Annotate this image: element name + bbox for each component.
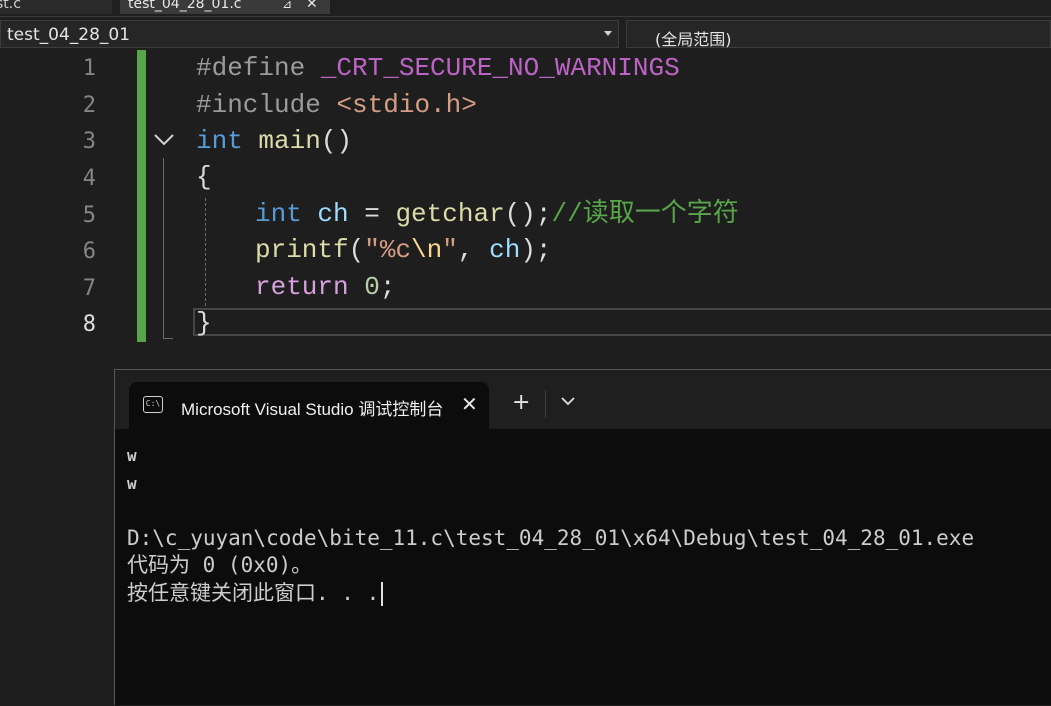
indent-guide bbox=[205, 198, 206, 306]
console-output-line: D:\c_yuyan\code\bite_11.c\test_04_28_01\… bbox=[127, 526, 975, 550]
scope-dropdown-value: (全局范围) bbox=[655, 30, 732, 49]
console-tab-title: Microsoft Visual Studio 调试控制台 bbox=[181, 400, 443, 419]
change-indicator-bar bbox=[137, 50, 146, 342]
close-icon[interactable]: ✕ bbox=[461, 392, 478, 416]
code-line-1: #define _CRT_SECURE_NO_WARNINGS bbox=[196, 53, 680, 83]
document-tab-label: test_04_28_01.c bbox=[128, 0, 242, 12]
console-output-line: 代码为 0 (0x0)。 bbox=[127, 553, 313, 577]
line-number: 7 bbox=[82, 276, 96, 301]
code-line-7: return 0; bbox=[255, 272, 396, 302]
line-number: 6 bbox=[82, 239, 96, 264]
scope-dropdown[interactable]: (全局范围) bbox=[626, 20, 1051, 49]
pin-icon[interactable]: ⊿ bbox=[282, 0, 292, 14]
code-line-3: int main() bbox=[196, 126, 353, 156]
document-tab-active[interactable]: test_04_28_01.c ⊿ ✕ bbox=[120, 0, 330, 14]
new-tab-button[interactable]: + bbox=[512, 390, 530, 415]
line-number: 1 bbox=[82, 56, 96, 81]
console-output-line: w bbox=[127, 446, 137, 465]
fold-region-end bbox=[163, 338, 173, 339]
navigation-bar: test_04_28_01 (全局范围) bbox=[0, 16, 1051, 50]
chevron-down-icon bbox=[604, 31, 612, 36]
chevron-down-icon[interactable] bbox=[561, 396, 575, 406]
code-line-2: #include <stdio.h> bbox=[196, 90, 477, 120]
collapse-chevron-icon[interactable] bbox=[153, 132, 175, 148]
divider bbox=[545, 390, 546, 418]
code-editor[interactable]: 1 2 3 4 5 6 7 8 #define _CRT_SECURE_NO_W… bbox=[0, 50, 1051, 370]
current-line-highlight bbox=[193, 308, 1051, 336]
console-output-line: 按任意键关闭此窗口. . . bbox=[127, 581, 380, 605]
project-dropdown[interactable]: test_04_28_01 bbox=[0, 20, 619, 48]
code-line-6: printf("%c\n", ch); bbox=[255, 235, 552, 265]
line-number: 2 bbox=[82, 93, 96, 118]
line-number: 4 bbox=[82, 166, 96, 191]
console-tab[interactable]: C:\ Microsoft Visual Studio 调试控制台 ✕ bbox=[129, 382, 489, 429]
document-tab-inactive[interactable]: st.c bbox=[0, 0, 112, 14]
line-number: 3 bbox=[82, 129, 96, 154]
line-number-current: 8 bbox=[82, 312, 96, 337]
console-titlebar: C:\ Microsoft Visual Studio 调试控制台 ✕ + bbox=[115, 370, 1051, 429]
console-output-prompt: 按任意键关闭此窗口. . . bbox=[127, 579, 384, 607]
fold-region-line bbox=[163, 158, 164, 338]
project-dropdown-value: test_04_28_01 bbox=[7, 25, 131, 45]
console-output[interactable]: w w D:\c_yuyan\code\bite_11.c\test_04_28… bbox=[115, 429, 1051, 706]
document-tab-strip: st.c test_04_28_01.c ⊿ ✕ bbox=[0, 0, 1051, 16]
console-icon: C:\ bbox=[143, 396, 163, 413]
code-line-8: } bbox=[196, 308, 212, 338]
line-number: 5 bbox=[82, 203, 96, 228]
console-output-line: w bbox=[127, 474, 137, 493]
close-tab-icon[interactable]: ✕ bbox=[306, 0, 318, 14]
document-tab-label: st.c bbox=[0, 0, 21, 12]
code-line-5: int ch = getchar();//读取一个字符 bbox=[255, 199, 739, 229]
code-line-4: { bbox=[196, 162, 212, 192]
debug-console-window: C:\ Microsoft Visual Studio 调试控制台 ✕ + w … bbox=[114, 369, 1051, 705]
text-cursor bbox=[381, 582, 384, 606]
